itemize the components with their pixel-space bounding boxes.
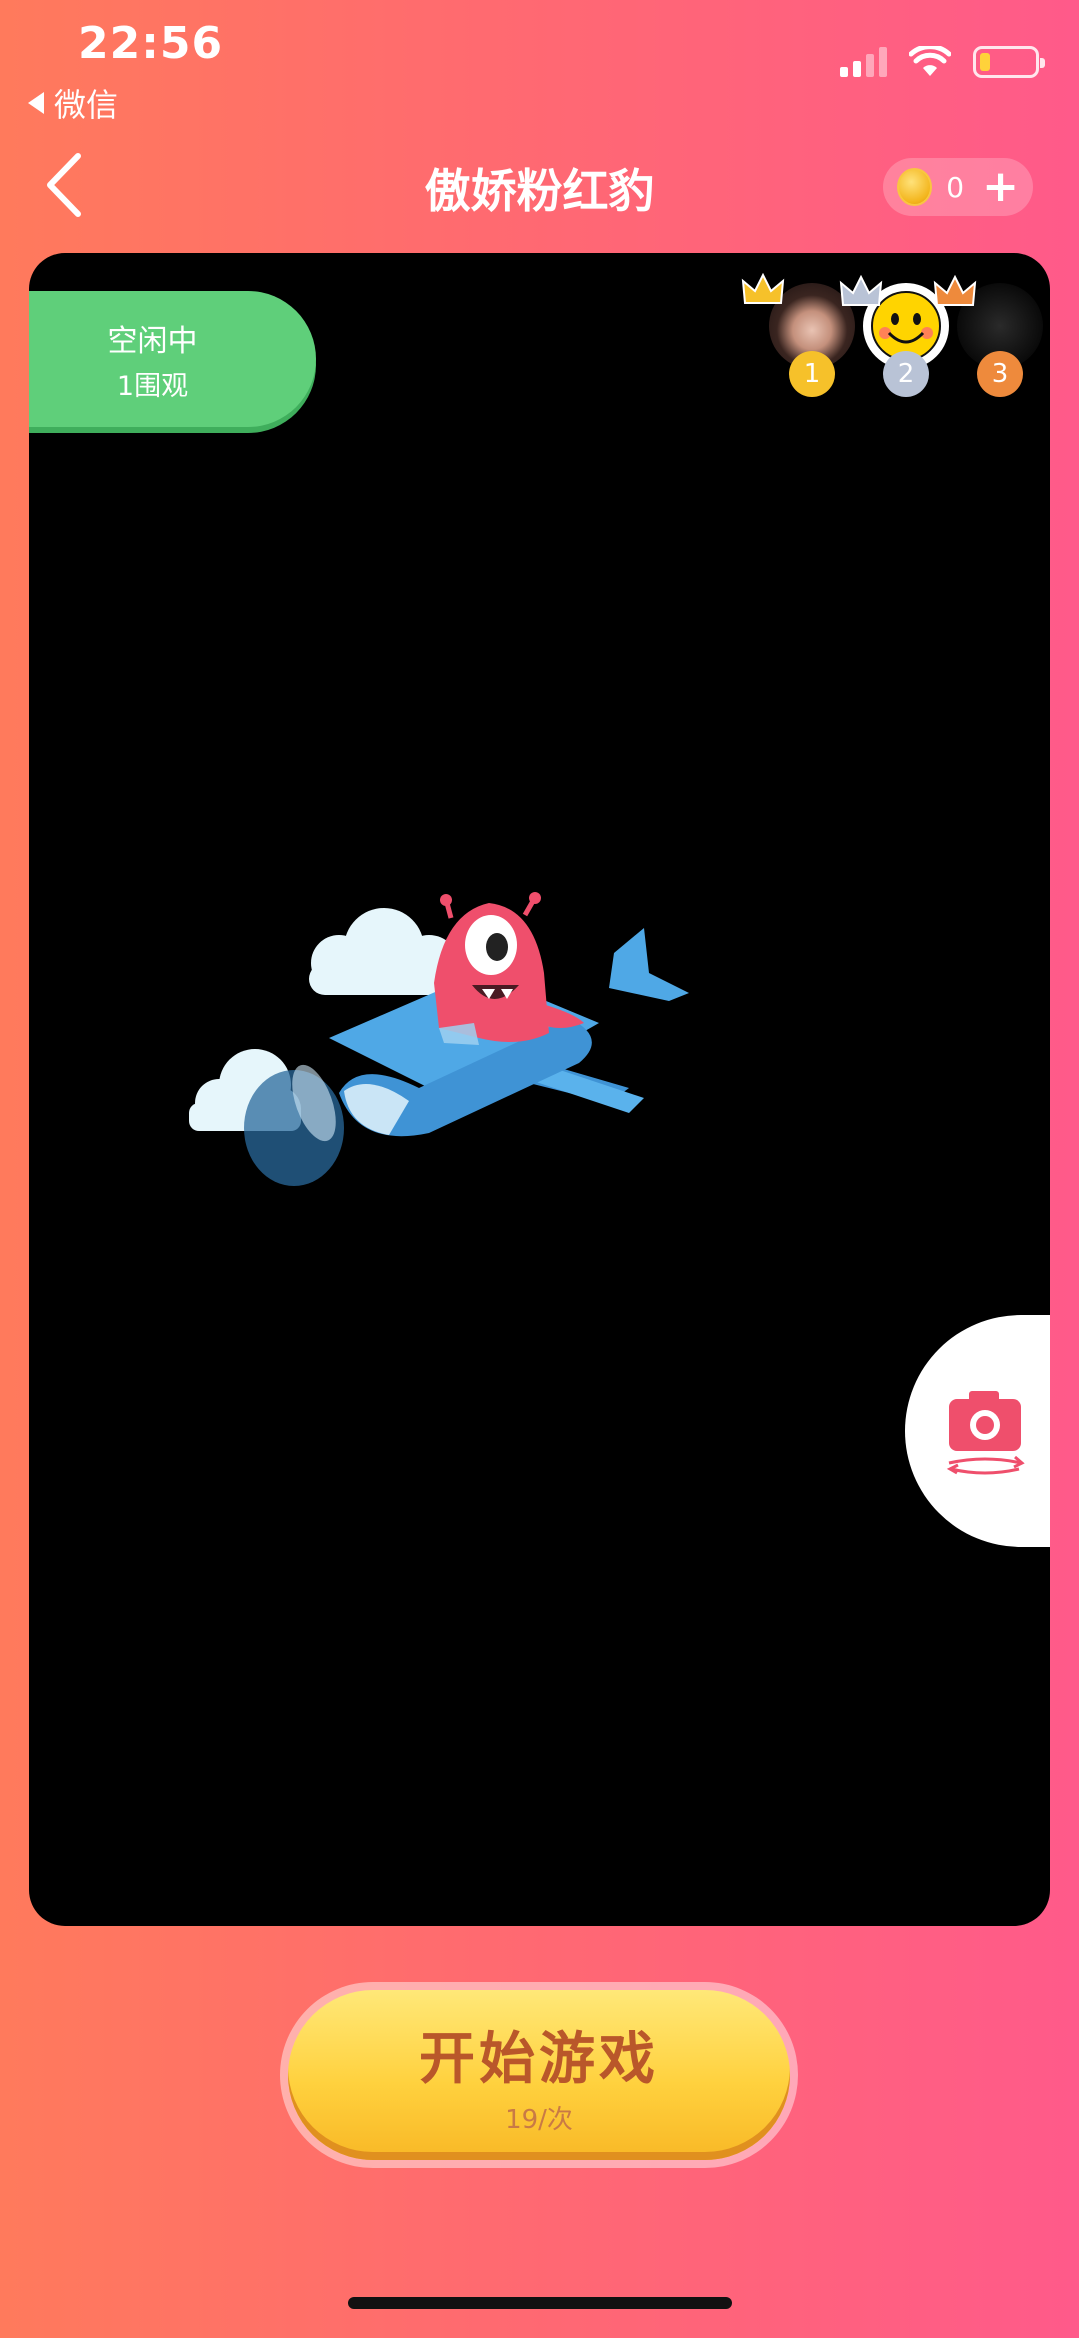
machine-status-badge: 空闲中 1围观 <box>29 291 316 427</box>
machine-status: 空闲中 <box>107 323 198 359</box>
price-per-play: 19/次 <box>505 2105 573 2135</box>
home-indicator[interactable] <box>348 2297 732 2309</box>
coin-count: 0 <box>946 170 965 204</box>
back-to-wechat-label: 微信 <box>54 86 119 124</box>
add-coins-icon[interactable]: + <box>982 165 1019 209</box>
coin-icon <box>897 168 933 206</box>
coin-balance[interactable]: 0 + <box>883 158 1033 216</box>
back-triangle-icon <box>28 92 44 114</box>
battery-icon <box>973 46 1045 78</box>
viewer-count: 1围观 <box>116 370 189 402</box>
status-time: 22:56 <box>78 18 224 69</box>
rank-badge-1: 1 <box>789 351 835 397</box>
switch-camera-button[interactable] <box>905 1315 1050 1547</box>
bronze-crown-icon <box>933 275 977 306</box>
wifi-icon <box>909 46 951 76</box>
silver-crown-icon <box>839 275 883 306</box>
game-stage: 空闲中 1围观 1 2 3 <box>29 253 1050 1926</box>
gold-crown-icon <box>741 273 785 304</box>
signal-icon <box>840 47 887 77</box>
ranking-item-3[interactable]: 3 <box>933 275 1045 397</box>
start-game-label: 开始游戏 <box>419 2027 659 2092</box>
start-game-button[interactable]: 开始游戏 19/次 <box>288 1990 790 2160</box>
monster-icon <box>434 892 584 1045</box>
start-game-button-frame: 开始游戏 19/次 <box>280 1982 798 2168</box>
back-to-wechat[interactable]: 微信 <box>28 80 118 126</box>
camera-switch-icon <box>946 1391 1025 1475</box>
loading-plane-illustration <box>189 892 689 1186</box>
status-indicators <box>840 46 1045 78</box>
rank-badge-3: 3 <box>977 351 1023 397</box>
rank-badge-2: 2 <box>883 351 929 397</box>
